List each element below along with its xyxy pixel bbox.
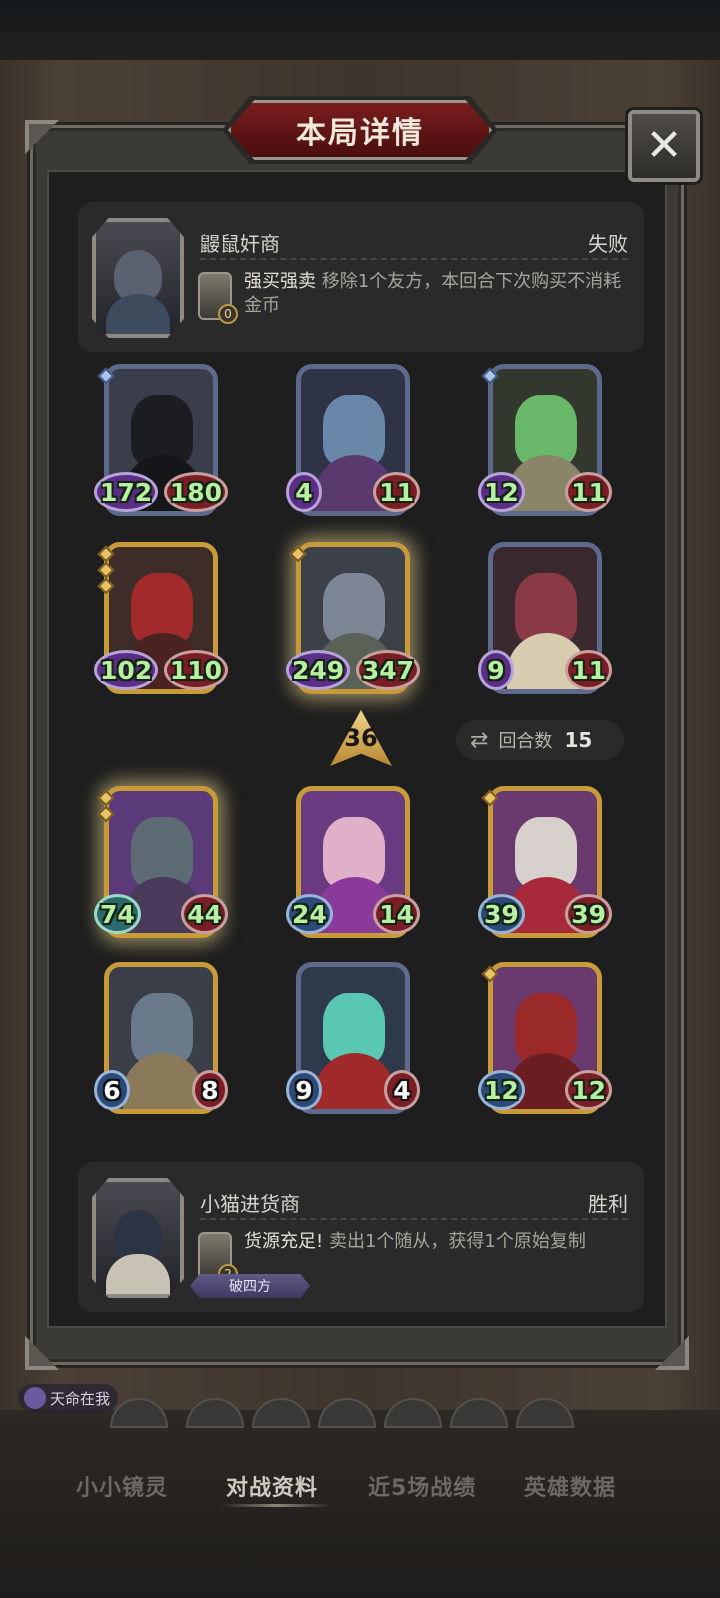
attack-stat: 74	[94, 894, 141, 934]
unit-card[interactable]: 4 11	[286, 364, 420, 520]
unit-card[interactable]: 249 347	[286, 542, 420, 698]
health-stat: 14	[373, 894, 420, 934]
close-icon: ✕	[645, 120, 683, 171]
attack-stat: 6	[94, 1070, 130, 1110]
attack-stat: 24	[286, 894, 333, 934]
level-value: 36	[344, 724, 378, 752]
player-avatar[interactable]	[92, 1178, 184, 1298]
panel-corner	[655, 1336, 689, 1370]
hero-skill-description: 强买强卖 移除1个友方，本回合下次购买不消耗金币	[244, 270, 624, 318]
attack-stat: 4	[286, 472, 322, 512]
health-stat: 180	[163, 472, 228, 512]
opponent-card: 鼹鼠奸商 失败 0 强买强卖 移除1个友方，本回合下次购买不消耗金币	[78, 202, 644, 352]
tavern-level-indicator: 36	[330, 710, 392, 766]
hero-skill-icon[interactable]: 2	[198, 1232, 238, 1284]
unit-card[interactable]: 9 11	[478, 542, 612, 698]
unit-figure	[123, 1053, 203, 1109]
thumbnail[interactable]	[252, 1398, 310, 1428]
unit-card[interactable]: 74 44	[94, 786, 228, 942]
rounds-value: 15	[564, 728, 593, 752]
thumbnail[interactable]	[516, 1398, 574, 1428]
attack-stat: 102	[94, 650, 159, 690]
attack-stat: 39	[478, 894, 525, 934]
unit-card[interactable]: 6 8	[94, 962, 228, 1118]
skill-name: 强买强卖	[244, 271, 316, 292]
unit-figure	[315, 1053, 395, 1109]
skill-desc: 卖出1个随从，获得1个原始复制	[328, 1231, 586, 1252]
cycle-icon: ⇄	[470, 727, 489, 753]
skill-cost-badge: 0	[218, 304, 238, 324]
unit-card[interactable]: 12 11	[478, 364, 612, 520]
health-stat: 4	[384, 1070, 420, 1110]
attack-stat: 12	[478, 1070, 525, 1110]
tab-battle-info[interactable]: 对战资料	[226, 1470, 318, 1502]
panel-corner	[25, 120, 59, 154]
attack-stat: 172	[94, 472, 159, 512]
divider	[200, 258, 628, 260]
bottom-tabs: 小小镜灵 对战资料 近5场战绩 英雄数据	[0, 1460, 720, 1510]
player-card: 小猫进货商 胜利 2 货源充足! 卖出1个随从，获得1个原始复制 破四方	[78, 1162, 644, 1312]
player-name: 小猫进货商	[200, 1192, 300, 1216]
hero-skill-description: 货源充足! 卖出1个随从，获得1个原始复制	[244, 1230, 624, 1254]
unit-thumbnails	[110, 1398, 610, 1428]
unit-card[interactable]: 39 39	[478, 786, 612, 942]
fate-icon	[24, 1387, 46, 1409]
health-stat: 11	[565, 650, 612, 690]
health-stat: 11	[565, 472, 612, 512]
health-stat: 12	[565, 1070, 612, 1110]
health-stat: 347	[355, 650, 420, 690]
rounds-badge: ⇄ 回合数 15	[456, 720, 624, 760]
unit-card[interactable]: 24 14	[286, 786, 420, 942]
thumbnail[interactable]	[384, 1398, 442, 1428]
opponent-name: 鼹鼠奸商	[200, 232, 280, 256]
attack-stat: 9	[286, 1070, 322, 1110]
divider	[200, 1218, 628, 1220]
thumbnail[interactable]	[450, 1398, 508, 1428]
fate-badge[interactable]: 天命在我	[18, 1384, 119, 1412]
attack-stat: 12	[478, 472, 525, 512]
thumbnail[interactable]	[186, 1398, 244, 1428]
panel-corner	[25, 1336, 59, 1370]
avatar-body	[106, 1254, 170, 1294]
health-stat: 110	[163, 650, 228, 690]
unit-card[interactable]: 102 110	[94, 542, 228, 698]
title-banner: 本局详情	[228, 100, 492, 160]
opponent-avatar[interactable]	[92, 218, 184, 338]
unit-card[interactable]: 12 12	[478, 962, 612, 1118]
skill-name: 货源充足!	[244, 1231, 324, 1252]
thumbnail[interactable]	[318, 1398, 376, 1428]
unit-card[interactable]: 172 180	[94, 364, 228, 520]
avatar-body	[106, 294, 170, 334]
hero-skill-icon[interactable]: 0	[198, 272, 238, 324]
health-stat: 39	[565, 894, 612, 934]
tab-mirror-spirit[interactable]: 小小镜灵	[76, 1470, 168, 1502]
attack-stat: 249	[286, 650, 351, 690]
rounds-label: 回合数	[498, 731, 553, 752]
thumbnail[interactable]	[110, 1398, 168, 1428]
attack-stat: 9	[478, 650, 514, 690]
tab-hero-data[interactable]: 英雄数据	[524, 1470, 616, 1502]
player-result: 胜利	[588, 1192, 628, 1216]
health-stat: 11	[373, 472, 420, 512]
dialog-title: 本局详情	[296, 116, 424, 151]
active-tab-indicator	[222, 1504, 332, 1507]
tab-recent-matches[interactable]: 近5场战绩	[368, 1470, 476, 1502]
unit-card[interactable]: 9 4	[286, 962, 420, 1118]
player-tag: 破四方	[190, 1274, 310, 1298]
fate-label: 天命在我	[50, 1389, 111, 1408]
health-stat: 44	[181, 894, 228, 934]
close-button[interactable]: ✕	[628, 110, 700, 182]
opponent-result: 失败	[588, 232, 628, 256]
health-stat: 8	[192, 1070, 228, 1110]
